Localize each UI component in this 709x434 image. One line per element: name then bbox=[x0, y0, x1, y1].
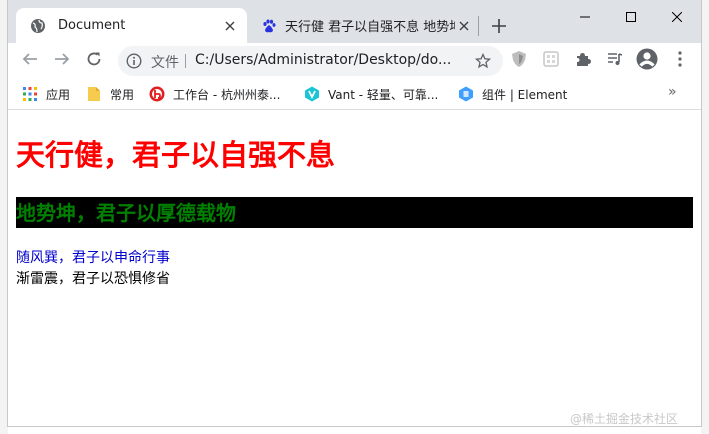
baidu-paw-icon bbox=[261, 18, 277, 34]
tab-document[interactable]: Document bbox=[16, 8, 247, 43]
page-content: 天行健，君子以自强不息 地势坤，君子以厚德载物 随风巽，君子以申命行事 渐雷震，… bbox=[8, 110, 701, 426]
reload-button[interactable] bbox=[78, 45, 110, 77]
vant-logo-icon bbox=[304, 86, 320, 102]
apps-grid-icon bbox=[22, 86, 38, 102]
browser-window: Document 天行健 君子以自强不息 地势坤 文件 C:/Users/Adm… bbox=[8, 0, 701, 426]
background-window-right-edge bbox=[701, 0, 709, 434]
maximize-button[interactable] bbox=[608, 0, 654, 32]
address-divider bbox=[185, 54, 186, 68]
minimize-button[interactable] bbox=[562, 0, 608, 32]
tab-separator bbox=[478, 16, 479, 36]
back-arrow-icon bbox=[22, 51, 38, 71]
avatar-icon bbox=[636, 48, 658, 74]
close-tab-icon[interactable] bbox=[455, 17, 473, 35]
tab-baidu[interactable]: 天行健 君子以自强不息 地势坤 bbox=[251, 8, 481, 43]
browser-menu-button[interactable] bbox=[664, 45, 696, 77]
bookmark-folder-common[interactable]: 常用 bbox=[86, 85, 134, 103]
reload-icon bbox=[86, 51, 102, 71]
tab-title: 天行健 君子以自强不息 地势坤 bbox=[285, 20, 455, 35]
globe-icon bbox=[30, 18, 46, 34]
bookmark-vant[interactable]: Vant - 轻量、可靠... bbox=[304, 85, 438, 103]
page-heading-1: 天行健，君子以自强不息 bbox=[16, 138, 336, 172]
address-bar[interactable]: 文件 C:/Users/Administrator/Desktop/do... bbox=[118, 46, 503, 76]
element-logo-icon bbox=[458, 86, 474, 102]
music-queue-icon bbox=[607, 51, 623, 71]
extensions-menu-button[interactable] bbox=[567, 45, 599, 77]
bookmark-element[interactable]: 组件 | Element bbox=[458, 85, 567, 103]
address-url[interactable]: C:/Users/Administrator/Desktop/do... bbox=[195, 52, 465, 68]
back-button[interactable] bbox=[14, 45, 46, 77]
media-control-button[interactable] bbox=[599, 45, 631, 77]
profile-button[interactable] bbox=[631, 45, 663, 77]
bookmark-label: 应用 bbox=[46, 87, 71, 102]
bookmark-workbench[interactable]: 工作台 - 杭州州泰... bbox=[149, 85, 280, 103]
extension-button-1[interactable] bbox=[503, 45, 535, 77]
bookmark-star-icon[interactable] bbox=[473, 51, 493, 71]
background-window-left-edge bbox=[0, 0, 8, 434]
bookmarks-bar: 应用 常用 工作台 - 杭州州泰... Vant - 轻量、可靠... 组件 |… bbox=[8, 79, 701, 110]
grid-extension-icon bbox=[543, 51, 559, 71]
watermark: @稀土掘金技术社区 bbox=[570, 412, 679, 426]
bookmark-label: 工作台 - 杭州州泰... bbox=[173, 87, 281, 102]
page-paragraph-2: 渐雷震，君子以恐惧修省 bbox=[16, 271, 170, 287]
info-icon[interactable] bbox=[124, 51, 144, 71]
bookmark-label: 常用 bbox=[110, 87, 135, 102]
maximize-icon bbox=[626, 7, 636, 26]
browser-toolbar: 文件 C:/Users/Administrator/Desktop/do... bbox=[8, 43, 701, 79]
bookmark-label: 组件 | Element bbox=[482, 87, 568, 102]
shield-extension-icon bbox=[510, 50, 528, 72]
tab-title: Document bbox=[58, 18, 126, 33]
extension-button-2[interactable] bbox=[535, 45, 567, 77]
tab-strip: Document 天行健 君子以自强不息 地势坤 bbox=[8, 0, 701, 43]
forward-arrow-icon bbox=[54, 51, 70, 71]
new-tab-button[interactable] bbox=[486, 13, 512, 39]
close-tab-icon[interactable] bbox=[221, 17, 239, 35]
workbench-logo-icon bbox=[149, 86, 165, 102]
bookmark-label: Vant - 轻量、可靠... bbox=[328, 87, 439, 102]
puzzle-icon bbox=[575, 51, 591, 71]
close-icon bbox=[671, 7, 683, 26]
bookmark-apps[interactable]: 应用 bbox=[22, 85, 70, 103]
address-scheme-label: 文件 bbox=[151, 55, 179, 71]
page-paragraph-1: 随风巽，君子以申命行事 bbox=[16, 250, 170, 266]
page-heading-2: 地势坤，君子以厚德载物 bbox=[16, 197, 693, 228]
bookmarks-overflow-button[interactable]: » bbox=[668, 84, 677, 100]
folder-icon bbox=[86, 86, 102, 102]
forward-button[interactable] bbox=[46, 45, 78, 77]
close-window-button[interactable] bbox=[654, 0, 700, 32]
more-vertical-icon bbox=[678, 51, 682, 71]
minimize-icon bbox=[580, 7, 590, 26]
